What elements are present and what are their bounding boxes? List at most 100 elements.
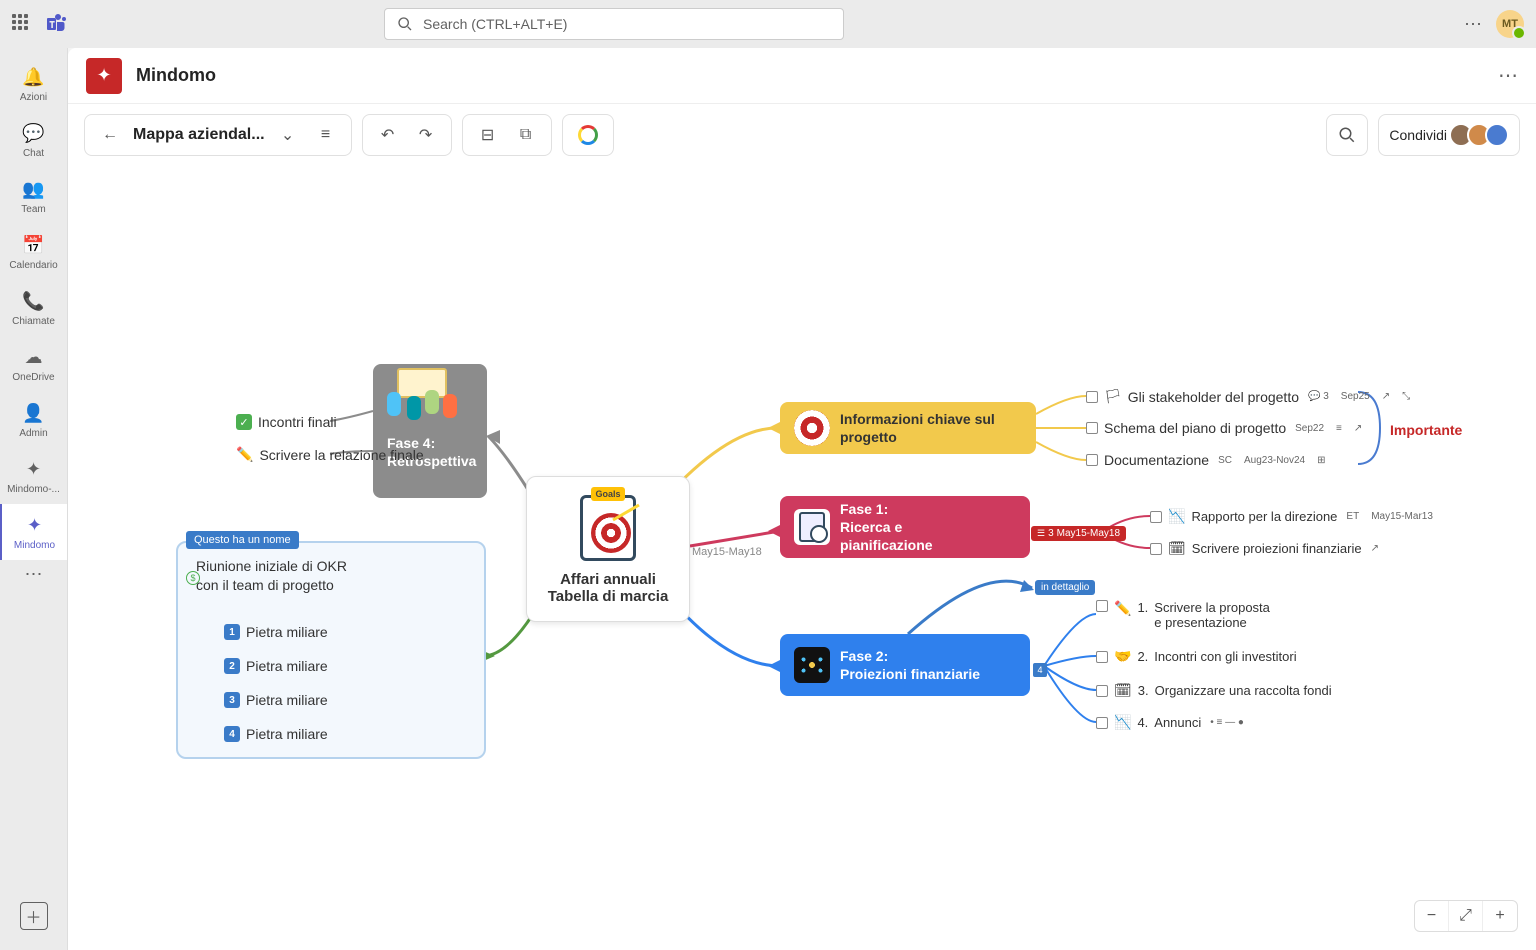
goals-illustration: Goals (573, 493, 643, 563)
redo-button[interactable]: ↷ (411, 120, 441, 150)
zoom-fit-button[interactable]: ⤢ (1449, 901, 1483, 931)
doc-group: ← Mappa aziendal... ⌄ ≡ (84, 114, 352, 156)
phase2-child-2[interactable]: 🤝2.Incontri con gli investitori (1096, 648, 1297, 665)
info-child-stakeholder[interactable]: 🏳Gli stakeholder del progetto💬 3Sep25↗⤡ (1086, 388, 1413, 405)
undo-button[interactable]: ↶ (373, 120, 403, 150)
app-rail: 🔔Azioni 💬Chat 👥Team 📅Calendario 📞Chiamat… (0, 48, 68, 950)
canvas-search-button[interactable] (1326, 114, 1368, 156)
rail-chiamate[interactable]: 📞Chiamate (0, 280, 67, 336)
team-illustration (385, 372, 475, 428)
mindomo-alt-icon: ✦ (22, 458, 46, 482)
phase-1-date-badge: 3May15-May18 (1031, 526, 1126, 541)
rail-app-add[interactable]: ＋ (20, 902, 48, 930)
history-group: ↶ ↷ (362, 114, 452, 156)
handshake-icon: 🤝 (1114, 648, 1131, 665)
waffle-icon[interactable] (12, 14, 32, 34)
rail-calendario[interactable]: 📅Calendario (0, 224, 67, 280)
menu-icon[interactable]: ≡ (311, 120, 341, 150)
share-label: Condividi (1389, 127, 1447, 143)
central-date: May15-May18 (692, 546, 762, 558)
share-button[interactable]: Condividi (1378, 114, 1520, 156)
chart-down-icon: 📉 (1114, 714, 1131, 731)
bell-icon: 🔔 (22, 66, 46, 90)
app-header: ✦ Mindomo ⋯ (68, 48, 1536, 104)
central-line2: Tabella di marcia (548, 588, 669, 605)
phase-1-node[interactable]: Fase 1:Ricerca epianificazione (780, 496, 1030, 558)
admin-icon: 👤 (22, 402, 46, 426)
calendar-small-icon: 🗓 (1114, 682, 1132, 699)
central-node[interactable]: Goals Affari annuali Tabella di marcia (526, 476, 690, 622)
phase2-child-3[interactable]: 🗓3.Organizzare una raccolta fondi (1096, 682, 1332, 699)
pencil-icon: ✏️ (236, 446, 253, 463)
collaborator-avatars (1455, 123, 1509, 147)
retro-child-report[interactable]: ✏️Scrivere la relazione finale (236, 446, 424, 463)
layout-button-1[interactable]: ⊟ (473, 120, 503, 150)
search-icon (1338, 126, 1356, 144)
title-bar: Search (CTRL+ALT+E) ⋯ MT (0, 0, 1536, 48)
teams-icon (44, 12, 68, 36)
phase2-child-4[interactable]: 📉4.Annunci• ≡ — ● (1096, 714, 1247, 731)
phase-2-node[interactable]: Fase 2:Proiezioni finanziarie (780, 634, 1030, 696)
kpi-group-label: Questo ha un nome (186, 531, 299, 549)
theme-group (562, 114, 614, 156)
target-icon (794, 410, 830, 446)
rail-mindomo[interactable]: ✦Mindomo (0, 504, 67, 560)
rail-admin[interactable]: 👤Admin (0, 392, 67, 448)
network-icon (794, 647, 830, 683)
global-search[interactable]: Search (CTRL+ALT+E) (384, 8, 844, 40)
layout-group: ⊟ ⧉ (462, 114, 552, 156)
mindmap-canvas[interactable]: ◷ May15-May18 Goals Affari annuali Tabel… (68, 166, 1536, 950)
phase1-child-report[interactable]: 📉Rapporto per la direzioneETMay15-Mar13 (1150, 508, 1436, 525)
info-child-schema[interactable]: Schema del piano di progettoSep22≡↗ (1086, 420, 1365, 436)
phase-info-label: Informazioni chiave sul progetto (840, 410, 1022, 446)
important-label: Importante (1390, 422, 1462, 438)
rail-mindomo-alt[interactable]: ✦Mindomo-... (0, 448, 67, 504)
search-icon (397, 16, 413, 32)
phase-4-node[interactable]: Fase 4:Retrospettiva (373, 364, 487, 498)
kpi-okr-text[interactable]: Riunione iniziale di OKR con il team di … (196, 557, 356, 595)
phase-2-count-badge: 4 (1033, 663, 1047, 677)
ms-icon: ⊞ (1314, 455, 1328, 466)
chevron-down-icon[interactable]: ⌄ (273, 120, 303, 150)
rail-azioni[interactable]: 🔔Azioni (0, 56, 67, 112)
ellipsis-icon[interactable]: ⋯ (1464, 14, 1482, 35)
flag-icon: 🏳 (1104, 388, 1122, 405)
people-icon: 👥 (22, 178, 46, 202)
rail-team[interactable]: 👥Team (0, 168, 67, 224)
mindomo-logo: ✦ (86, 58, 122, 94)
phone-icon: 📞 (22, 290, 46, 314)
zoom-in-button[interactable]: + (1483, 901, 1517, 931)
zoom-controls: − ⤢ + (1414, 900, 1518, 932)
theme-button[interactable] (573, 120, 603, 150)
rail-onedrive[interactable]: ☁OneDrive (0, 336, 67, 392)
info-child-doc[interactable]: DocumentazioneSCAug23-Nov24⊞ (1086, 452, 1329, 468)
cloud-icon: ☁ (22, 346, 46, 370)
rail-more[interactable]: ⋯ (25, 564, 43, 585)
toolbar: ← Mappa aziendal... ⌄ ≡ ↶ ↷ ⊟ ⧉ Condivid… (68, 104, 1536, 166)
detail-badge: in dettaglio (1035, 580, 1095, 595)
kpi-milestone-3[interactable]: 3Pietra miliare (218, 692, 328, 708)
zoom-out-button[interactable]: − (1415, 901, 1449, 931)
mindomo-icon: ✦ (23, 514, 47, 538)
layout-button-2[interactable]: ⧉ (511, 120, 541, 150)
chart-down-icon: 📉 (1168, 508, 1185, 525)
kpi-milestone-2[interactable]: 2Pietra miliare (218, 658, 328, 674)
app-name: Mindomo (136, 65, 216, 86)
kpi-milestone-4[interactable]: 4Pietra miliare (218, 726, 328, 742)
rainbow-icon (578, 125, 598, 145)
pencil-icon: ✏️ (1114, 600, 1131, 617)
app-more-icon[interactable]: ⋯ (1498, 63, 1518, 88)
phase-info-node[interactable]: Informazioni chiave sul progetto (780, 402, 1036, 454)
check-icon: ✓ (236, 414, 252, 430)
retro-child-meetings[interactable]: ✓Incontri finali (236, 414, 337, 430)
phase1-child-projections[interactable]: 🗓Scrivere proiezioni finanziarie↗ (1150, 540, 1382, 557)
calendar-icon: 📅 (22, 234, 46, 258)
phase2-child-1[interactable]: ✏️1.Scrivere la propostae presentazione (1096, 600, 1270, 630)
chat-icon: 💬 (22, 122, 46, 146)
kpi-milestone-1[interactable]: 1Pietra miliare (218, 624, 328, 640)
back-button[interactable]: ← (95, 120, 125, 150)
user-avatar[interactable]: MT (1496, 10, 1524, 38)
research-icon (794, 509, 830, 545)
doc-title[interactable]: Mappa aziendal... (133, 126, 265, 144)
rail-chat[interactable]: 💬Chat (0, 112, 67, 168)
